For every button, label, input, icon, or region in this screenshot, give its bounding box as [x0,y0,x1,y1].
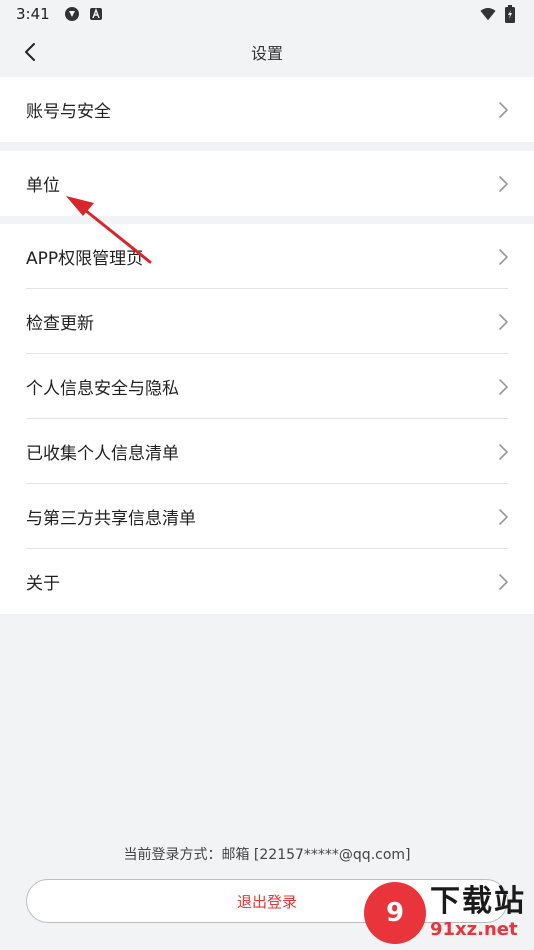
chevron-left-icon [25,43,35,61]
chevron-right-icon [499,508,508,525]
settings-item-privacy[interactable]: 个人信息安全与隐私 [0,354,534,419]
chevron-right-icon [499,248,508,265]
wifi-icon [480,6,496,22]
status-icons-right [480,5,518,23]
settings-item-collected-info[interactable]: 已收集个人信息清单 [0,419,534,484]
settings-item-app-permissions[interactable]: APP权限管理页 [0,224,534,289]
login-method-info: 当前登录方式：邮箱 [22157*****@qq.com] [123,847,411,863]
settings-screen: 3:41 设置 账号与安全 单位 APP权限管理页 检查更新 个人信息安全与隐私… [0,0,534,950]
sync-icon [64,6,80,22]
chevron-right-icon [499,175,508,192]
a-icon [88,6,104,22]
settings-group-account: 账号与安全 [0,77,534,142]
battery-icon [502,5,518,23]
settings-group-unit: 单位 [0,151,534,216]
settings-item-label: 与第三方共享信息清单 [26,509,196,529]
settings-item-unit[interactable]: 单位 [0,151,534,216]
settings-item-label: 账号与安全 [26,102,111,122]
settings-item-label: 检查更新 [26,314,94,334]
settings-item-third-party-sharing[interactable]: 与第三方共享信息清单 [0,484,534,549]
back-button[interactable] [14,38,46,66]
settings-item-label: 单位 [26,176,60,196]
settings-item-label: 已收集个人信息清单 [26,444,179,464]
chevron-right-icon [499,443,508,460]
settings-item-about[interactable]: 关于 [0,549,534,614]
settings-item-label: 个人信息安全与隐私 [26,379,179,399]
chevron-right-icon [499,573,508,590]
chevron-right-icon [499,378,508,395]
status-icons-left [64,6,104,22]
chevron-right-icon [499,101,508,118]
status-bar: 3:41 [0,0,534,28]
settings-group-app: APP权限管理页 检查更新 个人信息安全与隐私 已收集个人信息清单 与第三方共享… [0,224,534,614]
settings-item-label: 关于 [26,574,60,594]
app-header: 设置 [0,28,534,76]
logout-label: 退出登录 [236,892,297,911]
settings-item-label: APP权限管理页 [26,249,144,269]
settings-item-account-security[interactable]: 账号与安全 [0,77,534,142]
page-title: 设置 [250,44,283,63]
settings-item-check-update[interactable]: 检查更新 [0,289,534,354]
logout-button[interactable]: 退出登录 [26,879,508,923]
status-time: 3:41 [16,5,50,23]
chevron-right-icon [499,313,508,330]
